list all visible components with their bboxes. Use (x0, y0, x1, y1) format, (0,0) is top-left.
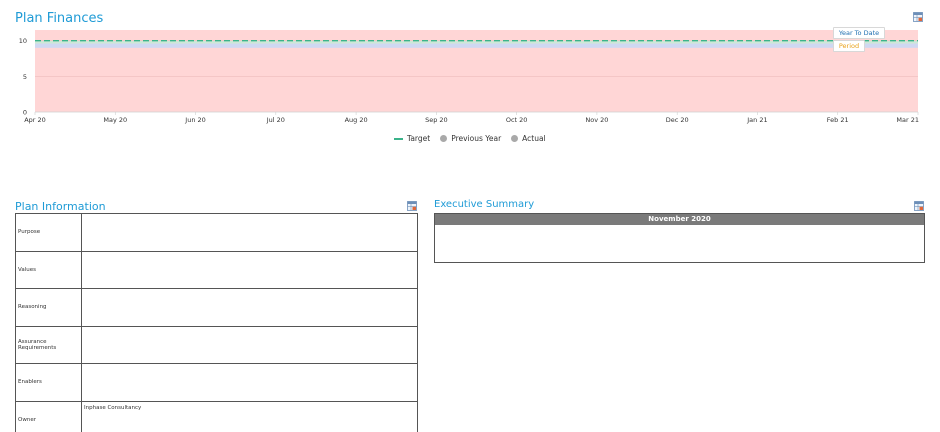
export-table-icon[interactable] (407, 201, 417, 211)
x-tick-label: Feb 21 (827, 116, 849, 124)
x-tick-label: Dec 20 (666, 116, 689, 124)
table-row: Assurance Requirements (15, 325, 418, 364)
executive-summary-title: Executive Summary (434, 199, 535, 210)
row-value-enablers (81, 363, 418, 402)
executive-summary-panel: November 2020 (434, 213, 925, 263)
table-row: Values (15, 250, 418, 289)
row-value-owner: Inphase Consultancy (81, 400, 418, 432)
table-row: Reasoning (15, 288, 418, 327)
export-table-icon[interactable] (914, 201, 924, 211)
y-tick-label: 0 (23, 109, 27, 117)
plan-information-title: Plan Information (15, 200, 106, 213)
legend-label: Target (407, 134, 431, 143)
legend-label: Previous Year (451, 134, 502, 143)
x-tick-label: May 20 (103, 116, 127, 124)
table-row: Enablers (15, 363, 418, 402)
finances-chart: Apr 20 May 20 Jun 20 Jul 20 Aug 20 Sep 20 Oct … (19, 30, 919, 124)
legend-dot-marker (511, 135, 519, 142)
x-tick-label: Aug 20 (345, 116, 368, 124)
x-tick-label: Sep 20 (425, 116, 448, 124)
x-tick-label: Oct 20 (506, 116, 528, 124)
executive-summary-month: November 2020 (435, 214, 924, 225)
chart-bands (35, 30, 918, 112)
row-label-assurance: Assurance Requirements (15, 325, 82, 364)
legend-label: Actual (522, 134, 546, 143)
legend-item-actual[interactable]: Actual (511, 134, 546, 143)
x-tick-label: Apr 20 (24, 116, 46, 124)
plan-information-table: Purpose Values Reasoning Assurance Requi… (15, 213, 418, 432)
row-value-assurance (81, 325, 418, 364)
chart-legend: Target Previous Year Actual (394, 134, 556, 143)
y-tick-label: 5 (23, 73, 27, 81)
row-value-values (81, 250, 418, 289)
executive-summary-body (435, 225, 924, 231)
row-label-owner: Owner (15, 400, 82, 432)
row-label-values: Values (15, 250, 82, 289)
period-button[interactable]: Period (833, 40, 865, 52)
table-row: Purpose (15, 213, 418, 252)
row-label-enablers: Enablers (15, 363, 82, 402)
legend-dot-marker (440, 135, 448, 142)
row-label-reasoning: Reasoning (15, 288, 82, 327)
x-tick-label: Jan 21 (746, 116, 767, 124)
chart-band (35, 43, 918, 48)
legend-line-marker (394, 137, 403, 140)
chart-x-axis: Apr 20 May 20 Jun 20 Jul 20 Aug 20 Sep 20 Oct … (24, 111, 919, 124)
x-tick-label: Jun 20 (184, 116, 206, 124)
table-row: Owner Inphase Consultancy (15, 400, 418, 432)
year-to-date-button[interactable]: Year To Date (833, 27, 885, 39)
y-tick-label: 10 (19, 37, 27, 45)
x-tick-label: Nov 20 (585, 116, 608, 124)
x-tick-label: Mar 21 (896, 116, 919, 124)
row-value-reasoning (81, 288, 418, 327)
row-label-purpose: Purpose (15, 213, 82, 252)
chart-y-axis: 0 5 10 (19, 37, 27, 116)
legend-item-previous-year[interactable]: Previous Year (440, 134, 501, 143)
row-value-purpose (81, 213, 418, 252)
x-tick-label: Jul 20 (266, 116, 285, 124)
legend-item-target[interactable]: Target (394, 134, 430, 143)
